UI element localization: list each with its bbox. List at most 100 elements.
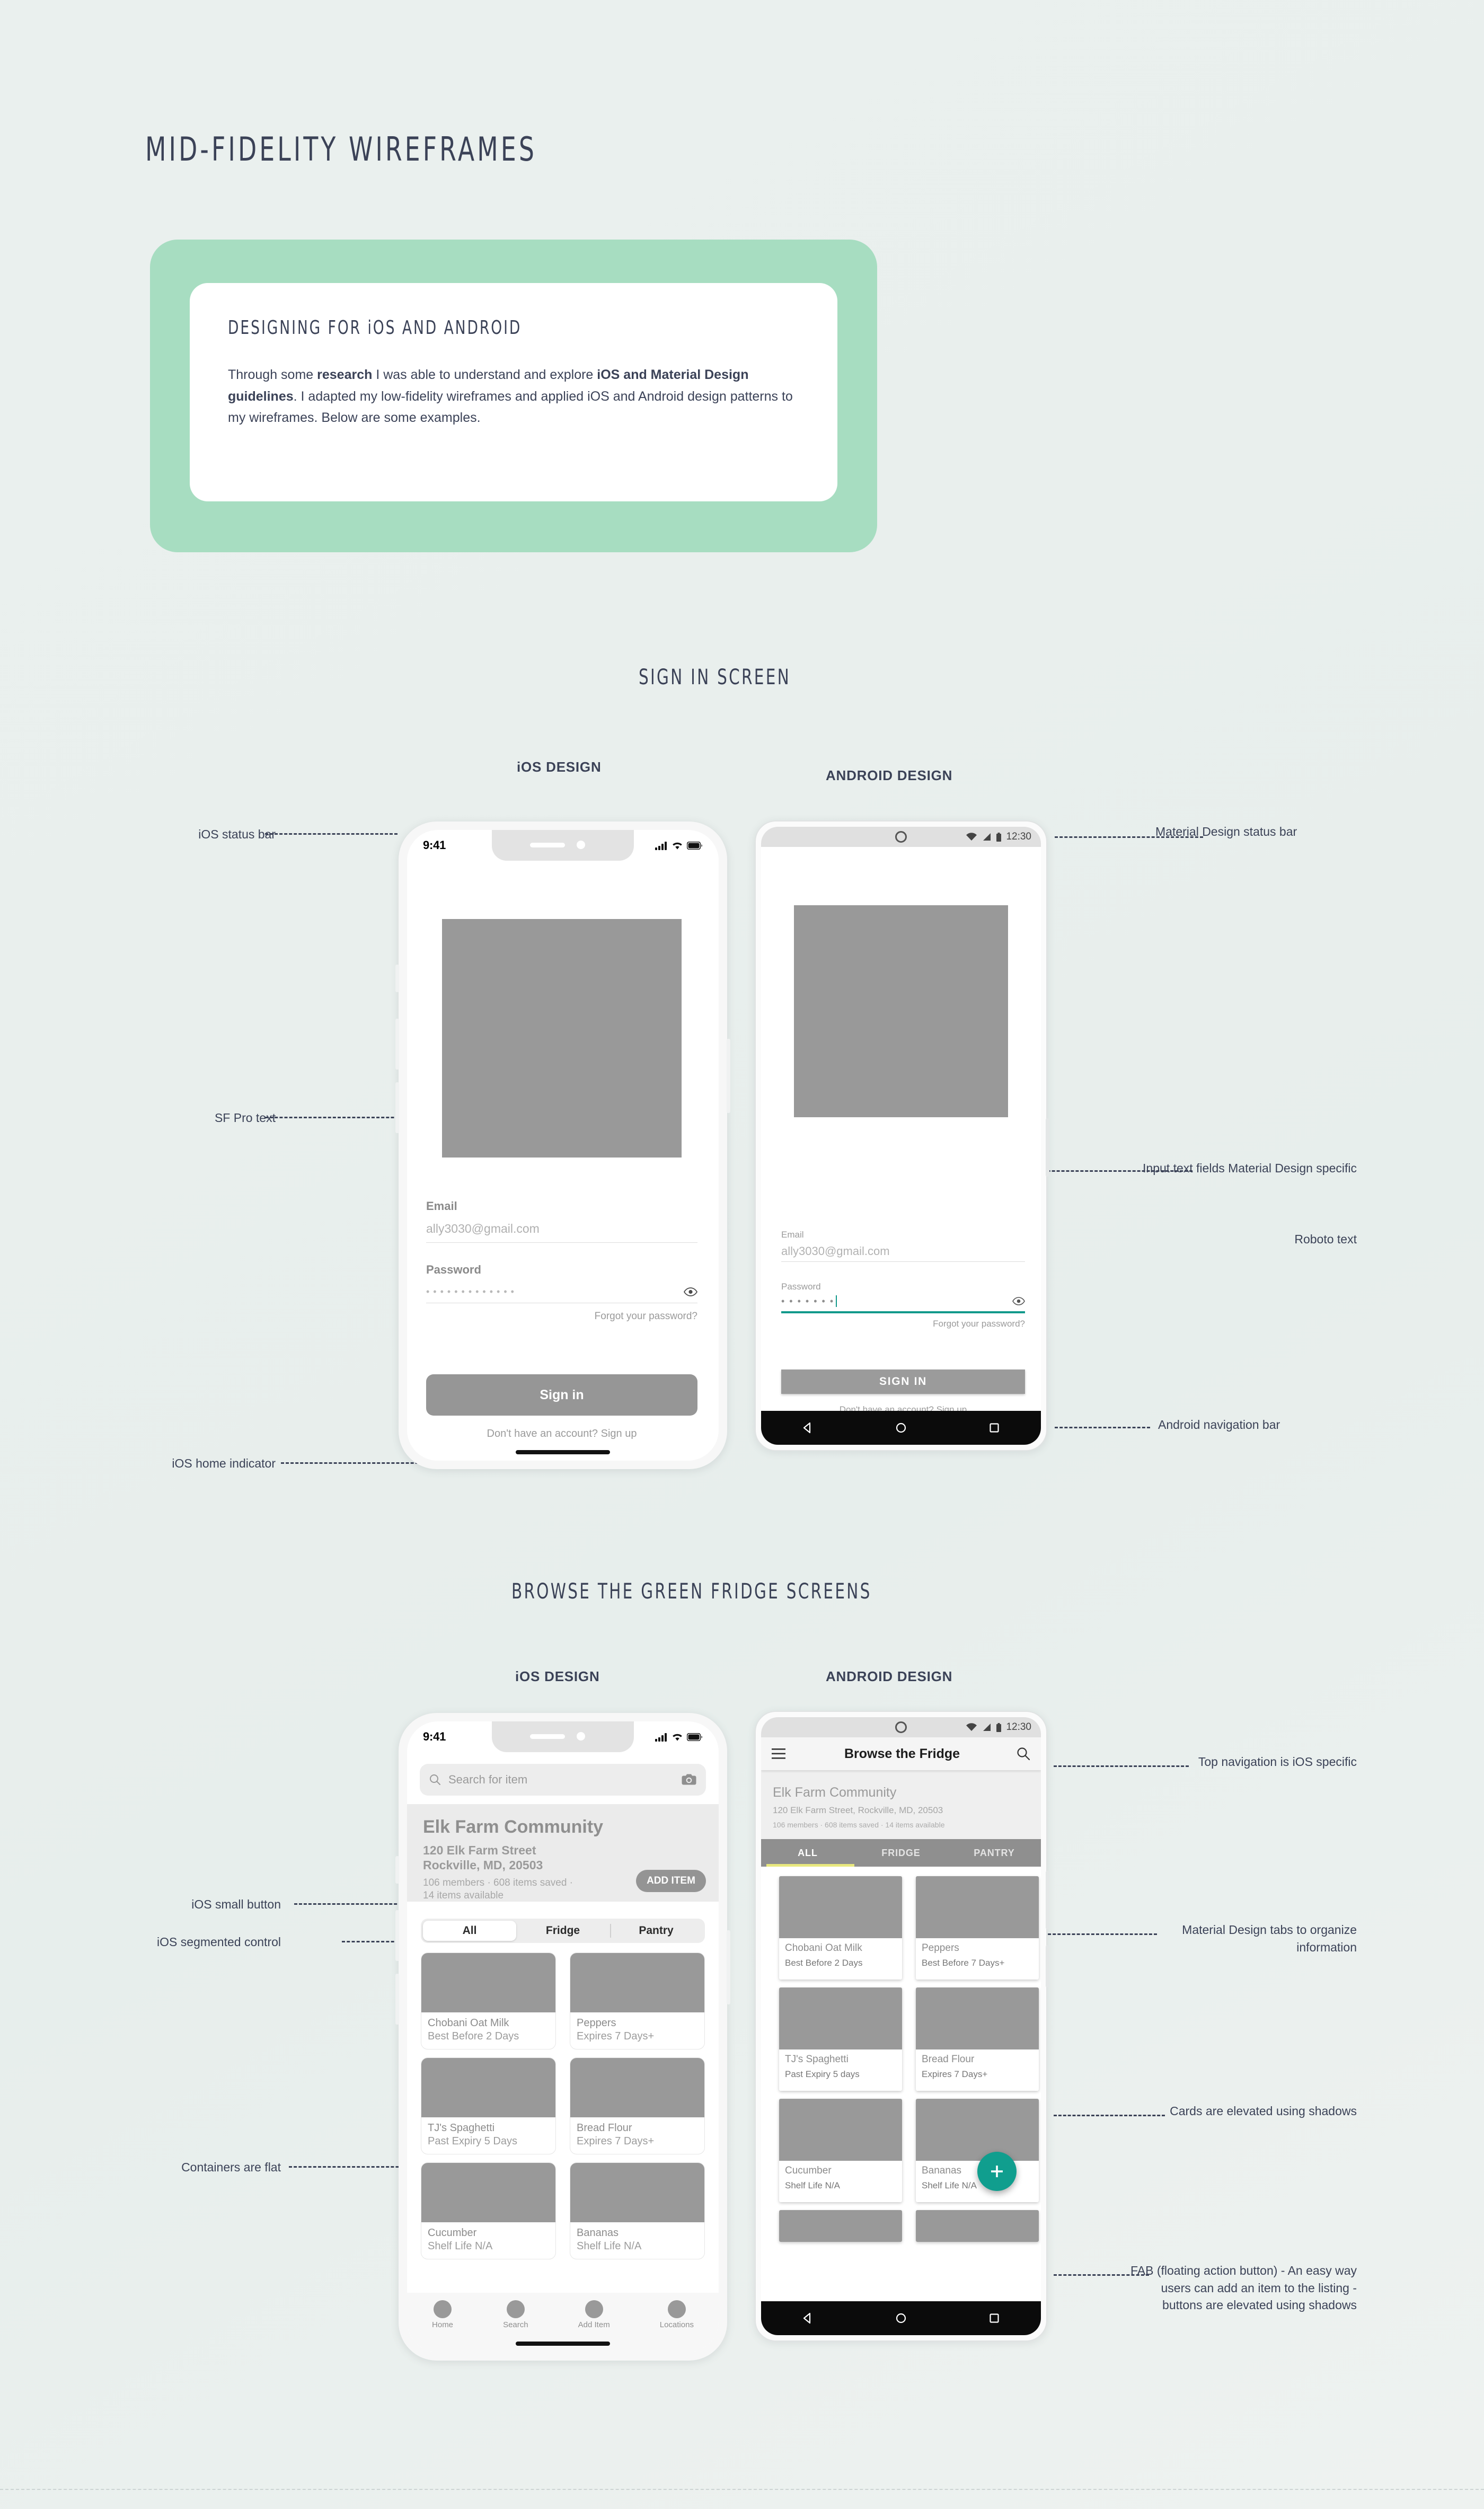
anno-leader-9	[289, 2166, 413, 2168]
ios-segment-all[interactable]: All	[423, 1921, 516, 1941]
android-community-header: Elk Farm Community 120 Elk Farm Street, …	[761, 1770, 1041, 1839]
ios-home-indicator[interactable]	[516, 1450, 610, 1454]
anno-containers-are-flat: Containers are flat	[181, 2160, 281, 2174]
ios-email-label: Email	[426, 1199, 457, 1213]
android-power-button[interactable]	[1046, 1118, 1049, 1177]
ios-search-bar[interactable]: Search for item	[420, 1764, 706, 1796]
android-email-field-group[interactable]: Email ally3030@gmail.com	[781, 1230, 1025, 1262]
android-volume-button[interactable]	[1046, 1871, 1049, 1929]
android-tab-pantry[interactable]: PANTRY	[948, 1839, 1041, 1867]
ios-password-input[interactable]: • • • • • • • • • • • • •	[426, 1286, 515, 1297]
ios-item-card-5[interactable]: Cucumber Shelf Life N/A	[421, 2162, 556, 2259]
floating-action-button[interactable]	[977, 2152, 1017, 2191]
android-front-camera-icon	[895, 831, 907, 843]
ios-volume-up-button[interactable]	[395, 1910, 399, 1961]
android-password-input[interactable]: • • • • • • •	[781, 1296, 834, 1307]
ios-item-card-1[interactable]: Chobani Oat Milk Best Before 2 Days	[421, 1953, 556, 2049]
ios-mute-switch[interactable]	[395, 965, 399, 992]
back-triangle-icon[interactable]	[801, 2311, 815, 2325]
android-email-input[interactable]: ally3030@gmail.com	[781, 1244, 1025, 1258]
android-tab-indicator	[766, 1864, 854, 1867]
android-forgot-password-link[interactable]: Forgot your password?	[781, 1319, 1025, 1329]
android-item-card-2[interactable]: Peppers Best Before 7 Days+	[916, 1876, 1039, 1980]
android-status-time: 12:30	[1006, 1721, 1031, 1733]
ios-power-button[interactable]	[727, 1930, 730, 2004]
ios-segment-pantry[interactable]: Pantry	[610, 1921, 703, 1941]
ios-item-card-3[interactable]: TJ's Spaghetti Past Expiry 5 Days	[421, 2057, 556, 2154]
android-item-card-4[interactable]: Bread Flour Expires 7 Days+	[916, 1987, 1039, 2091]
ios-volume-up-button[interactable]	[395, 1019, 399, 1070]
ios-item-subtitle: Shelf Life N/A	[428, 2240, 493, 2252]
ios-tab-home[interactable]: Home	[432, 2300, 453, 2329]
android-tab-all[interactable]: ALL	[761, 1839, 854, 1867]
android-tab-bar[interactable]: ALL FRIDGE PANTRY	[761, 1839, 1041, 1867]
ios-volume-down-button[interactable]	[395, 1082, 399, 1133]
search-icon[interactable]	[1017, 1747, 1030, 1761]
android-item-subtitle: Shelf Life N/A	[922, 2180, 977, 2190]
android-status-bar: 12:30	[761, 1717, 1041, 1737]
ios-tab-search[interactable]: Search	[503, 2300, 528, 2329]
recents-square-icon[interactable]	[987, 2311, 1001, 2325]
sign-in-android-label: ANDROID DESIGN	[826, 767, 953, 783]
android-item-card-6[interactable]: Bananas Shelf Life N/A	[916, 2099, 1039, 2202]
android-password-underline-active	[781, 1311, 1025, 1313]
ios-item-card-6[interactable]: Bananas Shelf Life N/A	[570, 2162, 705, 2259]
ios-segmented-control[interactable]: All Fridge Pantry	[421, 1919, 705, 1943]
anno-sf-pro-text: SF Pro text	[214, 1111, 276, 1125]
ios-email-input[interactable]: ally3030@gmail.com	[426, 1222, 697, 1236]
ios-password-field-group[interactable]: Password • • • • • • • • • • • • • Forgo…	[426, 1263, 697, 1322]
anno-top-navigation-ios: Top navigation is iOS specific	[1198, 1755, 1357, 1769]
camera-icon[interactable]	[682, 1774, 696, 1786]
ios-password-label: Password	[426, 1263, 481, 1276]
ios-item-card-2[interactable]: Peppers Expires 7 Days+	[570, 1953, 705, 2049]
android-item-title: TJ's Spaghetti	[785, 2054, 849, 2065]
ios-tab-label: Search	[503, 2320, 528, 2329]
android-item-card-7[interactable]	[779, 2210, 902, 2242]
anno-ios-status-bar: iOS status bar	[198, 827, 276, 841]
android-item-card-8[interactable]	[916, 2210, 1039, 2242]
back-triangle-icon[interactable]	[801, 1421, 815, 1435]
ios-volume-down-button[interactable]	[395, 1974, 399, 2025]
hamburger-menu-icon[interactable]	[772, 1748, 788, 1760]
ios-home-indicator[interactable]	[516, 2342, 610, 2346]
ios-item-card-4[interactable]: Bread Flour Expires 7 Days+	[570, 2057, 705, 2154]
ios-search-input[interactable]: Search for item	[448, 1773, 674, 1787]
ios-forgot-password-link[interactable]: Forgot your password?	[426, 1311, 697, 1322]
eye-icon[interactable]	[684, 1287, 697, 1296]
ios-tab-locations[interactable]: Locations	[660, 2300, 694, 2329]
recents-square-icon[interactable]	[987, 1421, 1001, 1435]
ios-item-title: Chobani Oat Milk	[428, 2017, 509, 2029]
android-item-card-3[interactable]: TJ's Spaghetti Past Expiry 5 days	[779, 1987, 902, 2091]
anno-leader-7	[294, 1903, 416, 1905]
intro-body-p2: I was able to understand and explore	[372, 367, 597, 382]
android-password-field-group[interactable]: Password • • • • • • • Forgot your passw…	[781, 1282, 1025, 1329]
ios-item-subtitle: Past Expiry 5 Days	[428, 2135, 517, 2147]
android-community-address: 120 Elk Farm Street, Rockville, MD, 2050…	[773, 1805, 943, 1815]
eye-icon[interactable]	[1012, 1297, 1025, 1305]
ios-signup-link[interactable]: Don't have an account? Sign up	[426, 1428, 697, 1440]
home-circle-icon[interactable]	[894, 2311, 908, 2325]
ios-status-bar: 9:41	[407, 1721, 719, 1752]
ios-status-bar: 9:41	[407, 830, 719, 861]
ios-item-subtitle: Expires 7 Days+	[577, 2030, 655, 2042]
android-item-card-5[interactable]: Cucumber Shelf Life N/A	[779, 2099, 902, 2202]
home-circle-icon[interactable]	[894, 1421, 908, 1435]
intro-body: Through some research I was able to unde…	[228, 364, 799, 429]
ios-email-field-group[interactable]: Email ally3030@gmail.com	[426, 1199, 697, 1243]
ios-add-item-button[interactable]: ADD ITEM	[636, 1870, 706, 1892]
ios-power-button[interactable]	[727, 1039, 730, 1113]
ios-segment-fridge[interactable]: Fridge	[516, 1921, 610, 1941]
ios-status-icons	[655, 841, 703, 850]
android-signin-button[interactable]: SIGN IN	[781, 1370, 1025, 1394]
android-tab-fridge[interactable]: FRIDGE	[854, 1839, 948, 1867]
ios-tab-add-item[interactable]: Add Item	[578, 2300, 610, 2329]
ios-mute-switch[interactable]	[395, 1856, 399, 1884]
browse-section-title: BROWSE THE GREEN FRIDGE SCREENS	[511, 1579, 872, 1604]
ios-community-address-line1: 120 Elk Farm Street	[423, 1843, 536, 1857]
browse-android-label: ANDROID DESIGN	[826, 1668, 953, 1684]
battery-icon	[996, 1722, 1002, 1732]
item-image-placeholder	[779, 1987, 902, 2049]
android-item-card-1[interactable]: Chobani Oat Milk Best Before 2 Days	[779, 1876, 902, 1980]
ios-signin-button[interactable]: Sign in	[426, 1374, 697, 1416]
android-power-button[interactable]	[1046, 1945, 1049, 1987]
